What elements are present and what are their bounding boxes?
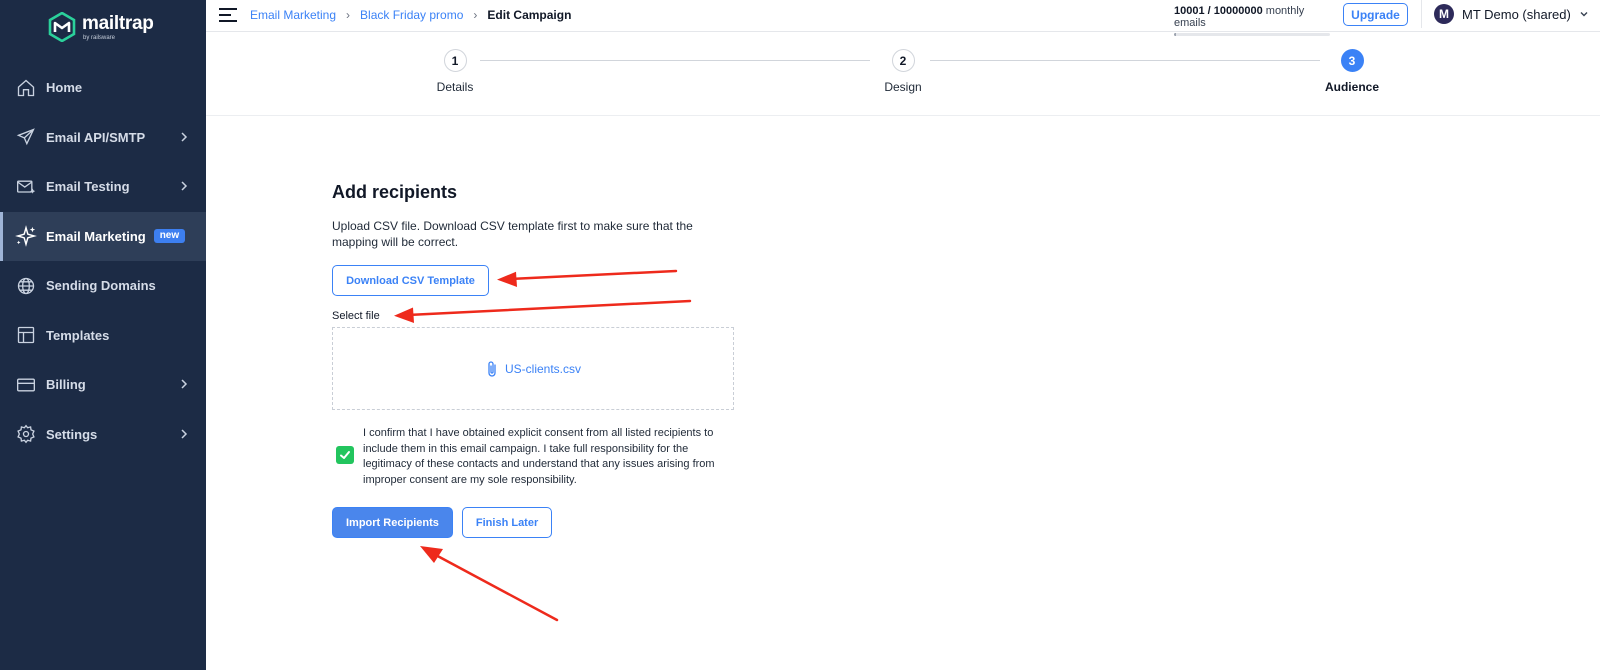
menu-toggle-icon[interactable] [218, 7, 238, 23]
quota-separator: / [1204, 5, 1214, 17]
annotation-arrow [497, 269, 678, 287]
breadcrumb: Email Marketing › Black Friday promo › E… [250, 8, 571, 22]
chevron-right-icon [181, 181, 188, 191]
gear-icon [15, 423, 37, 445]
quota-limit: 10000000 [1213, 5, 1263, 17]
top-bar: Email Marketing › Black Friday promo › E… [206, 0, 1600, 36]
page-title: Add recipients [332, 182, 458, 202]
sidebar-item-label: Email Marketing [46, 228, 146, 244]
divider [1421, 0, 1422, 28]
file-dropzone[interactable]: US-clients.csv [332, 327, 734, 410]
sidebar-item-email-api[interactable]: Email API/SMTP [0, 113, 206, 163]
account-menu[interactable]: M MT Demo (shared) [1434, 4, 1589, 24]
step-label: Audience [1324, 80, 1379, 94]
sidebar-item-email-marketing[interactable]: Email Marketing new [0, 211, 206, 261]
sidebar-item-label: Email Testing [46, 179, 130, 195]
layout-icon [15, 324, 37, 346]
sidebar-item-label: Sending Domains [46, 278, 156, 294]
consent-confirmation: I confirm that I have obtained explicit … [332, 426, 734, 488]
step-audience[interactable]: 3 Audience [1292, 49, 1412, 94]
annotation-arrow [394, 299, 692, 323]
form-actions: Import Recipients Finish Later [332, 507, 553, 538]
sparkles-icon [15, 225, 37, 248]
sidebar-item-label: Home [46, 80, 83, 96]
consent-text: I confirm that I have obtained explicit … [363, 427, 715, 486]
checkmark-icon [340, 451, 350, 459]
consent-checkbox[interactable] [336, 446, 354, 464]
upload-description: Upload CSV file. Download CSV template f… [332, 219, 693, 249]
breadcrumb-email-marketing[interactable]: Email Marketing [250, 8, 336, 22]
sidebar-item-home[interactable]: Home [0, 63, 206, 113]
step-design[interactable]: 2 Design [843, 49, 963, 94]
send-icon [15, 126, 37, 148]
chevron-right-icon: › [346, 8, 351, 22]
home-icon [15, 77, 37, 99]
chevron-right-icon: › [473, 8, 478, 22]
envelope-sparkle-icon [15, 176, 37, 198]
select-file-label: Select file [332, 310, 380, 322]
campaign-stepper: 1 Details 2 Design 3 Audience [206, 32, 1600, 116]
avatar: M [1434, 4, 1454, 24]
sidebar: mailtrap by railsware Home Email API/SMT… [0, 0, 206, 670]
account-name: MT Demo (shared) [1462, 6, 1571, 22]
sidebar-item-settings[interactable]: Settings [0, 410, 206, 460]
step-number: 3 [1340, 49, 1364, 72]
import-recipients-button[interactable]: Import Recipients [332, 507, 453, 538]
breadcrumb-campaign[interactable]: Black Friday promo [360, 8, 463, 22]
step-connector [480, 60, 870, 61]
sidebar-item-email-testing[interactable]: Email Testing [0, 162, 206, 212]
credit-card-icon [15, 374, 37, 396]
logo-wordmark: mailtrap [82, 12, 154, 34]
sidebar-item-label: Billing [46, 377, 86, 393]
step-label: Details [436, 80, 474, 94]
sidebar-nav: Home Email API/SMTP Email Testing Email … [0, 63, 206, 459]
step-label: Design [884, 80, 922, 94]
mailtrap-logo-icon [48, 12, 76, 42]
step-details[interactable]: 1 Details [395, 49, 515, 94]
chevron-right-icon [181, 428, 188, 439]
chevron-right-icon [181, 131, 188, 142]
upgrade-button[interactable]: Upgrade [1343, 3, 1408, 26]
add-recipients-panel: Add recipients Upload CSV file. Download… [332, 182, 734, 538]
step-number: 2 [891, 49, 915, 72]
sidebar-item-sending-domains[interactable]: Sending Domains [0, 261, 206, 311]
step-number: 1 [443, 49, 467, 72]
finish-later-button[interactable]: Finish Later [461, 507, 553, 538]
quota-used: 10001 [1174, 5, 1205, 17]
annotation-arrow [420, 546, 559, 622]
chevron-down-icon [1580, 12, 1588, 17]
sidebar-item-label: Settings [46, 426, 98, 442]
sidebar-item-templates[interactable]: Templates [0, 311, 206, 361]
globe-icon [15, 275, 37, 297]
chevron-right-icon [181, 379, 188, 389]
breadcrumb-current: Edit Campaign [487, 8, 572, 22]
new-badge: new [153, 229, 186, 244]
step-connector [930, 60, 1320, 61]
sidebar-item-label: Templates [46, 327, 110, 343]
download-csv-template-button[interactable]: Download CSV Template [332, 265, 489, 296]
paperclip-icon [488, 360, 496, 377]
selected-file-name: US-clients.csv [504, 361, 581, 376]
mailtrap-logo[interactable]: mailtrap by railsware [48, 12, 154, 42]
logo-tagline: by railsware [83, 34, 116, 41]
sidebar-item-label: Email API/SMTP [46, 129, 146, 145]
sidebar-item-billing[interactable]: Billing [0, 360, 206, 410]
